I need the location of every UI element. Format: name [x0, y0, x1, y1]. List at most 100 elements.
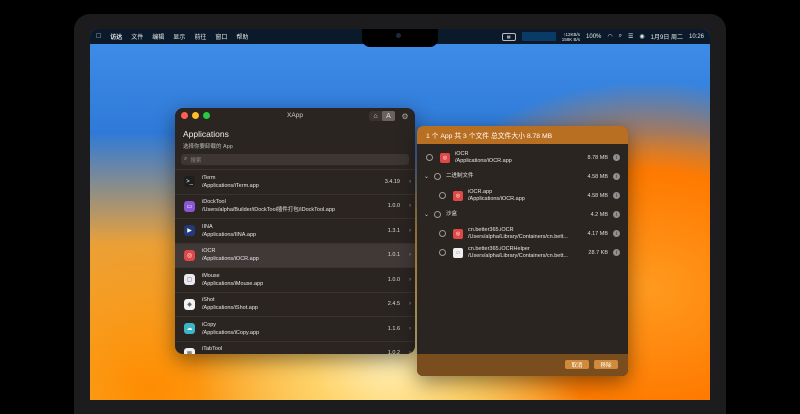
app-list-row[interactable]: ▶ IINA/Applications/IINA.app 1.3.1 › — [175, 218, 415, 243]
control-center-icon[interactable]: ☰ — [628, 33, 633, 40]
chevron-right-icon[interactable]: › — [409, 228, 411, 234]
app-list-window: XApp ⌂ A ⚙ Applications 选择你要卸载的 App ⌕ 搜索… — [175, 108, 415, 354]
app-name: iCopy — [202, 321, 217, 328]
app-version: 1.0.0 — [387, 203, 400, 210]
chevron-right-icon[interactable]: › — [409, 301, 411, 307]
home-icon[interactable]: ⌂ — [369, 111, 382, 121]
network-graph-icon[interactable] — [521, 32, 556, 41]
tree-group-name: 二进制文件 — [446, 173, 474, 179]
apps-icon[interactable]: A — [382, 111, 395, 121]
menu-window[interactable]: 窗口 — [215, 32, 227, 41]
chevron-right-icon[interactable]: › — [409, 277, 411, 283]
page-title: Applications — [183, 129, 229, 139]
tree-row-binary-file[interactable]: ◎ iOCR.app /Applications/iOCR.app 4.58 M… — [417, 186, 628, 205]
select-radio[interactable] — [426, 154, 433, 161]
tree-item-path: /Users/alpha/Library/Containers/cn.bett.… — [468, 233, 568, 240]
wifi-icon[interactable]: ◠ — [607, 33, 612, 40]
chevron-right-icon[interactable]: › — [409, 350, 411, 354]
menubar-app-icon[interactable]: ▦ — [501, 32, 516, 41]
window-footer: 取消 移除 — [417, 354, 628, 376]
app-list-row[interactable]: ◻ iMouse/Applications/iMouse.app 1.0.0 › — [175, 267, 415, 292]
apple-menu-icon[interactable]:  — [96, 33, 101, 40]
app-path: /Users/alpha/Builder/iDockTool插件打包/iDock… — [202, 207, 335, 214]
app-list-row[interactable]: ◎ iOCR/Applications/iOCR.app 1.0.1 › — [175, 242, 415, 267]
info-icon[interactable]: i — [613, 249, 620, 256]
status-area: ▦ ↑12KB/s 158K B/s 100% ◠ ⌕ ☰ ◉ 1月9日 周二 … — [501, 29, 704, 44]
select-radio[interactable] — [439, 192, 446, 199]
select-radio[interactable] — [439, 249, 446, 256]
menubar-time[interactable]: 10:26 — [689, 34, 704, 40]
tree-row-container[interactable]: ▭ cn.better365.iOCRHelper /Users/alpha/L… — [417, 243, 628, 262]
network-rates[interactable]: ↑12KB/s 158K B/s — [562, 32, 580, 42]
app-icon: ▶ — [184, 225, 195, 237]
app-name: iDockTool — [202, 199, 226, 206]
chevron-right-icon[interactable]: › — [409, 203, 411, 209]
tree-item-size: 8.78 MB — [587, 154, 608, 161]
app-icon: >_ — [184, 176, 195, 188]
menu-finder[interactable]: 访达 — [110, 32, 122, 41]
search-input[interactable]: ⌕ 搜索 — [181, 154, 409, 165]
chevron-right-icon[interactable]: › — [409, 326, 411, 332]
cancel-button[interactable]: 取消 — [565, 360, 589, 369]
menu-view[interactable]: 显示 — [173, 32, 185, 41]
iocr-app-icon: ◎ — [453, 228, 463, 239]
app-version: 2.4.5 — [387, 301, 400, 308]
document-icon: ▭ — [453, 247, 463, 258]
tree-row-app[interactable]: ◎ iOCR /Applications/iOCR.app 8.78 MB i — [417, 148, 628, 167]
app-path: /Applications/iOCR.app — [202, 256, 259, 263]
battery-percent: 100% — [586, 33, 602, 40]
app-version: 1.0.0 — [387, 276, 400, 283]
tree-row-container[interactable]: ◎ cn.better365.iOCR /Users/alpha/Library… — [417, 224, 628, 243]
tree-row-group-sandbox[interactable]: ⌄ 沙盒 4.2 MB i — [417, 205, 628, 224]
app-name: iShot — [202, 297, 215, 304]
info-icon[interactable]: i — [613, 230, 620, 237]
desktop-screen:  访达 文件 编辑 显示 前往 窗口 帮助 ▦ ↑12KB/s 158K B/… — [90, 29, 710, 400]
app-icon: ▦ — [184, 347, 195, 354]
tree-item-path: /Users/alpha/Library/Containers/cn.bett.… — [468, 252, 568, 259]
menubar-date[interactable]: 1月9日 周二 — [651, 32, 683, 41]
info-icon[interactable]: i — [613, 192, 620, 199]
app-list-row[interactable]: ◆ iShot/Applications/iShot.app 2.4.5 › — [175, 291, 415, 317]
info-icon[interactable]: i — [613, 173, 620, 180]
app-list-row[interactable]: ☁ iCopy/Applications/iCopy.app 1.1.6 › — [175, 316, 415, 341]
tree-row-group-binary[interactable]: ⌄ 二进制文件 4.58 MB i — [417, 167, 628, 186]
select-radio[interactable] — [434, 211, 441, 218]
info-icon[interactable]: i — [613, 154, 620, 161]
siri-icon[interactable]: ◉ — [639, 33, 644, 40]
chevron-right-icon[interactable]: › — [409, 179, 411, 185]
app-list-row[interactable]: ▭ iDockTool/Users/alpha/Builder/iDockTool… — [175, 193, 415, 219]
info-icon[interactable]: i — [613, 211, 620, 218]
chevron-down-icon[interactable]: ⌄ — [424, 211, 429, 218]
app-version: 1.3.1 — [387, 227, 400, 234]
tree-item-size: 4.58 MB — [587, 173, 608, 180]
iocr-app-icon: ◎ — [440, 152, 450, 163]
gear-icon[interactable]: ⚙ — [400, 111, 410, 121]
tree-group-name: 沙盒 — [446, 211, 458, 217]
app-icon: ◆ — [184, 298, 195, 310]
net-down-rate: 158K B/s — [561, 36, 581, 42]
app-icon: ▭ — [184, 200, 195, 212]
app-version: 1.1.6 — [387, 325, 400, 332]
app-version: 1.0.1 — [387, 252, 400, 259]
file-detail-window: 1 个 App 共 3 个文件 总文件大小 8.78 MB ◎ iOCR /Ap… — [417, 126, 628, 376]
select-radio[interactable] — [434, 173, 441, 180]
window-titlebar[interactable]: XApp ⌂ A ⚙ — [175, 108, 415, 124]
app-list: >_ iTerm/Applications/iTerm.app 3.4.19 › ▭ iD… — [175, 169, 415, 354]
remove-button[interactable]: 移除 — [594, 360, 618, 369]
menu-file[interactable]: 文件 — [131, 32, 143, 41]
menu-help[interactable]: 帮助 — [236, 32, 248, 41]
app-list-row[interactable]: >_ iTerm/Applications/iTerm.app 3.4.19 › — [175, 169, 415, 194]
file-tree: ◎ iOCR /Applications/iOCR.app 8.78 MB i … — [417, 144, 628, 262]
chevron-down-icon[interactable]: ⌄ — [424, 173, 429, 180]
search-icon: ⌕ — [184, 156, 188, 162]
select-radio[interactable] — [439, 230, 446, 237]
app-icon: ◎ — [184, 249, 195, 261]
search-spotlight-icon[interactable]: ⌕ — [619, 33, 622, 40]
menu-go[interactable]: 前往 — [194, 32, 206, 41]
app-list-row[interactable]: ▦iTabTool/Applications/iTabTool.app1.0.2… — [175, 340, 415, 354]
chevron-right-icon[interactable]: › — [409, 252, 411, 258]
app-name: IINA — [202, 223, 213, 230]
menu-edit[interactable]: 编辑 — [152, 32, 164, 41]
app-path: /Applications/iTerm.app — [202, 182, 259, 189]
app-path: /Applications/iMouse.app — [202, 280, 264, 287]
